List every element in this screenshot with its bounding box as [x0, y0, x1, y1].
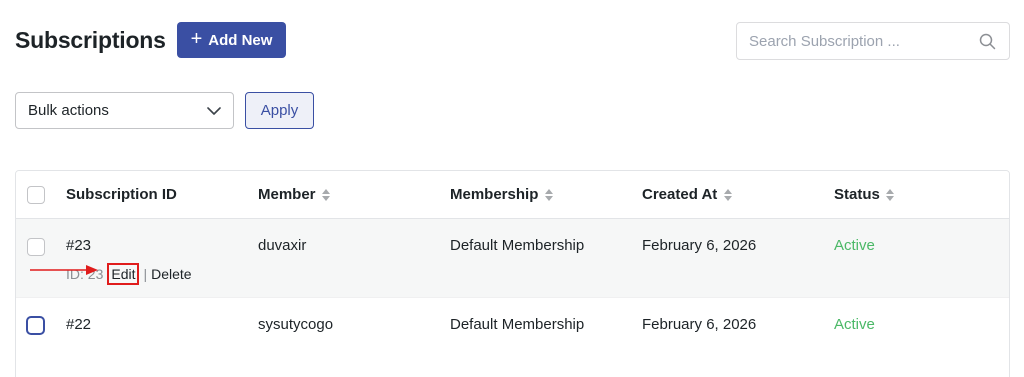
column-status-label: Status — [834, 186, 880, 203]
select-all-checkbox[interactable] — [27, 186, 45, 204]
page-title: Subscriptions — [15, 27, 166, 53]
bulk-actions-select[interactable]: Bulk actions — [15, 92, 234, 129]
membership-name: Default Membership — [450, 237, 585, 254]
sort-icon[interactable] — [723, 188, 732, 202]
row-id-label: ID: 23 — [66, 266, 104, 282]
table-row: #22 sysutycogo Default Membership Februa… — [16, 298, 1009, 377]
column-membership-label: Membership — [450, 186, 539, 203]
sort-icon[interactable] — [322, 188, 331, 202]
column-subscription-id-label: Subscription ID — [66, 186, 177, 203]
delete-link[interactable]: Delete — [151, 266, 191, 282]
sort-icon[interactable] — [544, 188, 553, 202]
row-checkbox[interactable] — [26, 316, 45, 335]
membership-name: Default Membership — [450, 316, 585, 333]
search-icon[interactable] — [977, 31, 997, 51]
add-new-button[interactable]: + Add New — [177, 22, 286, 58]
status-badge: Active — [834, 316, 875, 333]
edit-link[interactable]: Edit — [107, 263, 140, 285]
add-new-label: Add New — [208, 31, 273, 49]
member-name: sysutycogo — [258, 316, 334, 333]
column-member[interactable]: Member — [258, 186, 331, 203]
column-member-label: Member — [258, 186, 316, 203]
member-name: duvaxir — [258, 237, 307, 254]
table-header: Subscription ID Member Membership Create… — [16, 171, 1009, 219]
sort-icon[interactable] — [886, 188, 895, 202]
column-subscription-id: Subscription ID — [66, 186, 177, 203]
apply-button[interactable]: Apply — [245, 92, 314, 129]
subscription-id: #23 — [66, 237, 92, 254]
subscriptions-table: Subscription ID Member Membership Create… — [15, 170, 1010, 377]
created-at: February 6, 2026 — [642, 316, 757, 333]
column-membership[interactable]: Membership — [450, 186, 553, 203]
row-checkbox[interactable] — [27, 238, 45, 256]
column-status[interactable]: Status — [834, 186, 895, 203]
action-separator: | — [143, 266, 148, 282]
plus-icon: + — [190, 28, 203, 50]
subscription-id: #22 — [66, 316, 92, 333]
created-at: February 6, 2026 — [642, 237, 757, 254]
bulk-actions-value: Bulk actions — [28, 102, 109, 119]
chevron-down-icon — [207, 104, 221, 118]
table-row: #23 duvaxir Default Membership February … — [16, 219, 1009, 298]
search-box[interactable] — [736, 22, 1010, 60]
column-created-at[interactable]: Created At — [642, 186, 732, 203]
search-input[interactable] — [737, 23, 977, 59]
column-created-at-label: Created At — [642, 186, 718, 203]
status-badge: Active — [834, 237, 875, 254]
row-actions: ID: 23 Edit | Delete — [66, 263, 192, 285]
